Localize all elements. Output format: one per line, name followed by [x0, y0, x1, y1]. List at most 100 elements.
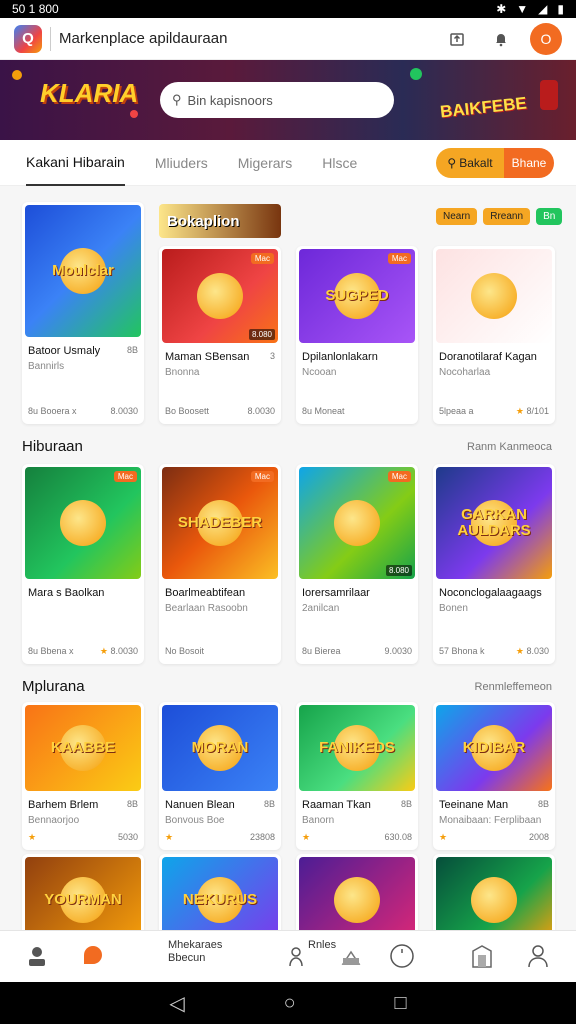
game-stats: ★ 5030 [28, 832, 138, 843]
game-thumbnail[interactable]: Mac 8.080 [299, 467, 415, 579]
split-pill-button[interactable]: ⚲ Bakalt Bhane [436, 148, 554, 178]
see-all-link[interactable]: Ranm Kanmeoca [467, 441, 552, 453]
hero-banner[interactable]: KLARIA BAIKFEBE ⚲ Bin kapisnoors [0, 60, 576, 140]
filter-chip[interactable]: Nearn [436, 208, 478, 225]
game-card[interactable]: Mac 8.080 Iorersamrilaar 2anilcan 8u Bierea 9… [296, 464, 418, 664]
filter-chip[interactable]: Rreann [483, 208, 531, 225]
game-logo-text: MORAN [191, 739, 249, 757]
game-card[interactable]: MORAN Nanuen Blean 8B Bonvous Boe ★ 23808 [159, 702, 281, 850]
pill-secondary[interactable]: Bhane [504, 148, 554, 178]
game-stats: No Bosoit [165, 646, 275, 656]
home-icon[interactable] [22, 941, 52, 971]
game-thumbnail[interactable] [299, 857, 415, 930]
game-thumbnail[interactable]: NEKURUS [162, 857, 278, 930]
nav-text-block[interactable]: Mhekaraes Bbecun [168, 939, 222, 965]
notification-icon[interactable] [486, 24, 516, 54]
game-thumbnail[interactable]: Mac 8.080 [162, 249, 278, 343]
stat-left: 2008 [528, 832, 549, 842]
search-placeholder: Bin kapisnoors [187, 92, 273, 108]
signal-icon: ◢ [538, 2, 548, 16]
see-all-link[interactable]: Renmleffemeon [475, 681, 552, 693]
game-thumbnail[interactable]: GARKAN AULDARS [436, 467, 552, 579]
game-name: Maman SBensan [165, 351, 250, 363]
stat-right: 8.0030 [247, 406, 275, 416]
game-thumbnail[interactable] [436, 249, 552, 343]
star-icon: ★ [439, 832, 448, 842]
app-logo[interactable]: Q [14, 24, 42, 53]
game-stats: 8u Bbena x ★ 8.0030 [28, 646, 138, 657]
game-name: Doranotilaraf Kagan [439, 351, 537, 363]
profile-button[interactable]: O [530, 22, 562, 55]
game-thumbnail[interactable]: Mac [25, 467, 141, 579]
stat-right-value: 8.030 [526, 646, 549, 656]
home-circle-icon[interactable]: ○ [284, 992, 296, 1015]
game-stats: Bo Boosett 8.0030 [165, 406, 275, 416]
game-subtitle: Ncooan [302, 367, 337, 378]
game-subtitle: Bnonna [165, 367, 200, 378]
back-icon[interactable]: ◁ [169, 991, 184, 1016]
game-card[interactable]: KAABBE Barhem Brlem 8B Bennaorjoo ★ 5030 [22, 702, 144, 850]
character-image [471, 877, 517, 923]
character-image [471, 273, 517, 319]
stat-right-value: 8.0030 [247, 406, 275, 416]
game-subtitle: Bonen [439, 603, 468, 614]
main-content: Nearn Rreann Bn Bokaplion Moulclar Batoor Us… [0, 186, 576, 930]
character-image [334, 500, 380, 546]
game-card[interactable]: NEKURUS [159, 854, 281, 930]
recents-icon[interactable]: □ [394, 992, 406, 1015]
search-icon: ⚲ [172, 92, 182, 107]
lock-icon[interactable] [338, 941, 364, 971]
game-card[interactable]: FANIKEDS Raaman Tkan 8B Banorn ★ 630.08 [296, 702, 418, 850]
featured-header[interactable]: Bokaplion [159, 204, 281, 238]
bluetooth-icon: ✱ [496, 2, 507, 16]
game-subtitle: 2anilcan [302, 603, 340, 614]
pill-primary[interactable]: ⚲ Bakalt [436, 148, 504, 178]
tab-3[interactable]: Hlsce [322, 140, 357, 186]
stat-left: 23808 [249, 832, 275, 842]
game-thumbnail[interactable] [436, 857, 552, 930]
game-card[interactable]: SUGPED Mac Dpilanlonlakarn Ncooan 8u Moneat [296, 246, 418, 424]
game-card[interactable]: Doranotilaraf Kagan Nocoharlaa 5lpeaa a ★ 8… [433, 246, 555, 424]
game-thumbnail[interactable]: SUGPED Mac [299, 249, 415, 343]
tab-2[interactable]: Migerars [238, 140, 292, 186]
banner-logo-right: BAIKFEBE [439, 93, 528, 122]
game-card[interactable]: Mac Mara s Baolkan 8u Bbena x ★ 8.0030 [22, 464, 144, 664]
game-thumbnail[interactable]: KIDIBAR [436, 705, 552, 791]
game-thumbnail[interactable]: Moulclar [25, 205, 141, 337]
game-card[interactable] [296, 854, 418, 930]
game-thumbnail[interactable]: KAABBE [25, 705, 141, 791]
tab-0[interactable]: Kakani Hibarain [26, 140, 125, 186]
stat-right-value: 9.0030 [384, 646, 412, 656]
game-card[interactable]: YOURMAN [22, 854, 144, 930]
store-icon[interactable] [468, 941, 496, 971]
stat-left: Bo Boosett [165, 406, 210, 416]
tab-1[interactable]: Mliuders [155, 140, 208, 186]
character-image [60, 500, 106, 546]
game-card[interactable]: Moulclar Batoor Usmaly 8B Bannirls 8u Booera… [22, 202, 144, 424]
game-subtitle: Monaibaan: Ferplibaan [439, 815, 542, 826]
game-logo-text: NEKURUS [182, 891, 258, 909]
game-logo-text: KIDIBAR [462, 739, 526, 757]
game-thumbnail[interactable]: SHADEBER Mac [162, 467, 278, 579]
search-input[interactable]: ⚲ Bin kapisnoors [160, 82, 394, 118]
stat-left: 8u Bbena x [28, 646, 74, 656]
stat-left: 57 Bhona k [439, 646, 485, 656]
account-icon[interactable] [524, 941, 552, 971]
star-icon: ★ [302, 832, 311, 842]
compass-icon[interactable] [388, 941, 416, 971]
game-card[interactable]: KIDIBAR Teeinane Man 8B Monaibaan: Ferpliba… [433, 702, 555, 850]
game-thumbnail[interactable]: YOURMAN [25, 857, 141, 930]
game-center-icon[interactable] [78, 941, 108, 971]
game-thumbnail[interactable]: MORAN [162, 705, 278, 791]
game-card[interactable] [433, 854, 555, 930]
filter-chip[interactable]: Bn [536, 208, 563, 225]
share-icon[interactable] [442, 24, 472, 54]
stat-right: 9.0030 [384, 646, 412, 656]
stat-left: 8u Bierea [302, 646, 341, 656]
game-card[interactable]: GARKAN AULDARS Noconclogalaagaags Bonen 57 … [433, 464, 555, 664]
game-card[interactable]: Mac 8.080 Maman SBensan 3 Bnonna Bo Boosett 8.… [159, 246, 281, 424]
game-thumbnail[interactable]: FANIKEDS [299, 705, 415, 791]
game-card[interactable]: SHADEBER Mac Boarlmeabtifean Bearlaan Rasoo… [159, 464, 281, 664]
game-subtitle: Nocoharlaa [439, 367, 491, 378]
status-icons: ✱ ▼ ◢ ▮ [496, 2, 564, 16]
